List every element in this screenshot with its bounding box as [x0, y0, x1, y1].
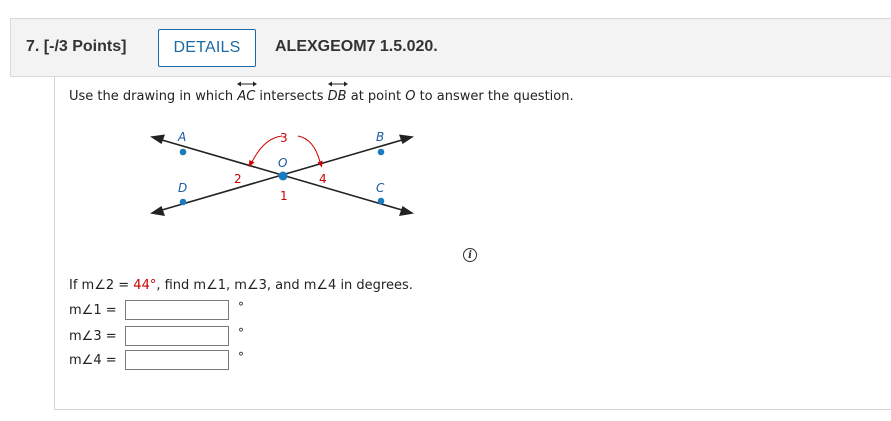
line-arrow-icon — [327, 81, 348, 87]
given-angle-value: 44° — [133, 278, 157, 293]
angle-3-input[interactable] — [125, 326, 229, 346]
question-header — [10, 18, 891, 77]
degree-unit: ° — [238, 350, 244, 364]
answer-row-angle-3: m∠3 = ° — [69, 325, 244, 347]
arrow-head — [399, 206, 414, 216]
angle-label-4: 4 — [319, 172, 327, 186]
arrow-head — [150, 206, 165, 216]
intersecting-lines-diagram: A B D C O 3 2 4 1 — [150, 130, 414, 216]
arrow-head — [150, 134, 165, 144]
point-d-dot — [179, 198, 187, 206]
prompt-text: to answer the question. — [415, 89, 574, 104]
line-db: DB — [327, 81, 348, 104]
label-d: D — [178, 181, 187, 195]
angle-label-1: 1 — [280, 189, 288, 203]
angle-arc-right — [297, 135, 321, 163]
answer-row-angle-4: m∠4 = ° — [69, 349, 244, 371]
degree-unit: ° — [238, 326, 244, 340]
point-a-dot — [179, 148, 187, 156]
prompt-text: Use the drawing in which — [69, 89, 238, 104]
degree-unit: ° — [238, 300, 244, 314]
point-o-dot — [278, 171, 288, 181]
angle-4-input[interactable] — [125, 350, 229, 370]
answer-label: m∠4 = — [69, 352, 117, 368]
prompt-text: at point — [346, 89, 406, 104]
line-arrow-icon — [237, 81, 258, 87]
label-o: O — [278, 156, 287, 170]
answer-label: m∠3 = — [69, 328, 117, 344]
answer-label: m∠1 = — [69, 302, 117, 318]
point-o: O — [405, 89, 416, 104]
angle-label-2: 2 — [234, 172, 242, 186]
problem-id: ALEXGEOM7 1.5.020. — [275, 38, 438, 55]
label-a: A — [177, 130, 186, 144]
question-text: If m∠2 = 44°, find m∠1, m∠3, and m∠4 in … — [69, 278, 413, 293]
angle-label-3: 3 — [280, 131, 288, 145]
answer-row-angle-1: m∠1 = ° — [69, 299, 244, 321]
angle-1-input[interactable] — [125, 300, 229, 320]
line-ac: AC — [237, 81, 258, 104]
question-number: 7. [-/3 Points] — [26, 38, 127, 55]
label-c: C — [376, 181, 385, 195]
question-prompt: Use the drawing in which AC intersects D… — [69, 81, 574, 104]
prompt-text: intersects — [255, 89, 328, 104]
point-b-dot — [377, 148, 385, 156]
details-button[interactable]: DETAILS — [158, 29, 256, 67]
arrow-head — [399, 134, 414, 144]
label-b: B — [376, 130, 384, 144]
point-c-dot — [377, 197, 385, 205]
info-icon[interactable]: i — [463, 248, 477, 262]
